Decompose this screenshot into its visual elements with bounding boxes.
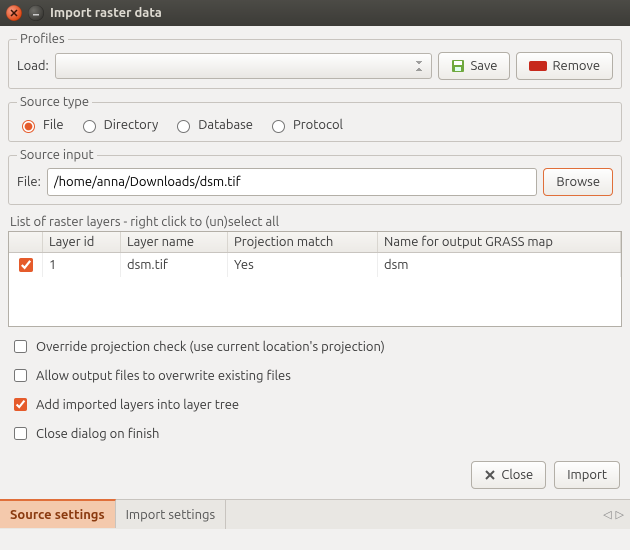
file-label: File: [17, 175, 41, 189]
options-group: Override projection check (use current l… [8, 327, 622, 453]
close-button[interactable]: Close [471, 461, 546, 489]
dialog-buttons: Close Import [8, 453, 622, 499]
table-column-header[interactable]: Layer name [120, 232, 227, 253]
source-type-option[interactable]: Protocol [267, 117, 343, 133]
file-path-input[interactable] [47, 168, 538, 196]
import-button[interactable]: Import [554, 461, 620, 489]
option-checkbox[interactable]: Override projection check (use current l… [10, 337, 620, 356]
tab-bar: Source settingsImport settings ◁ ▷ [0, 499, 630, 529]
layer-list-label: List of raster layers - right click to (… [10, 215, 622, 229]
profiles-group: Profiles Load: Save Remove [8, 32, 622, 89]
tab[interactable]: Import settings [116, 500, 227, 529]
window-titlebar: Import raster data [0, 0, 630, 26]
tab-scroll-controls: ◁ ▷ [603, 508, 630, 521]
source-type-legend: Source type [17, 95, 92, 109]
floppy-icon [451, 59, 465, 73]
profile-select[interactable] [55, 53, 433, 79]
row-checkbox[interactable] [19, 258, 33, 272]
profiles-legend: Profiles [17, 32, 68, 46]
tab-scroll-right-icon[interactable]: ▷ [616, 508, 624, 521]
source-type-option[interactable]: File [17, 117, 64, 133]
option-checkbox[interactable]: Allow output files to overwrite existing… [10, 366, 620, 385]
table-row[interactable]: 1dsm.tifYesdsm [9, 253, 621, 278]
table-column-header[interactable]: Name for output GRASS map [378, 232, 621, 253]
source-type-radios: File Directory Database Protocol [17, 115, 613, 133]
source-input-group: Source input File: Browse [8, 148, 622, 205]
source-type-option[interactable]: Directory [78, 117, 159, 133]
table-column-header[interactable]: Layer id [43, 232, 121, 253]
option-checkbox[interactable]: Add imported layers into layer tree [10, 395, 620, 414]
close-icon [484, 469, 496, 481]
browse-button[interactable]: Browse [543, 168, 613, 196]
tab-scroll-left-icon[interactable]: ◁ [603, 508, 611, 521]
layer-table[interactable]: Layer idLayer nameProjection matchName f… [8, 231, 622, 327]
table-column-header[interactable]: Projection match [227, 232, 377, 253]
tab[interactable]: Source settings [0, 499, 116, 528]
save-button[interactable]: Save [438, 52, 510, 80]
option-checkbox[interactable]: Close dialog on finish [10, 424, 620, 443]
remove-button[interactable]: Remove [516, 52, 613, 80]
minus-icon [529, 61, 547, 71]
source-type-group: Source type File Directory Database Protoco… [8, 95, 622, 142]
source-type-option[interactable]: Database [172, 117, 253, 133]
load-label: Load: [17, 59, 49, 73]
source-input-legend: Source input [17, 148, 97, 162]
close-window-icon[interactable] [6, 5, 22, 21]
window-title: Import raster data [50, 6, 162, 20]
minimize-window-icon[interactable] [28, 5, 44, 21]
